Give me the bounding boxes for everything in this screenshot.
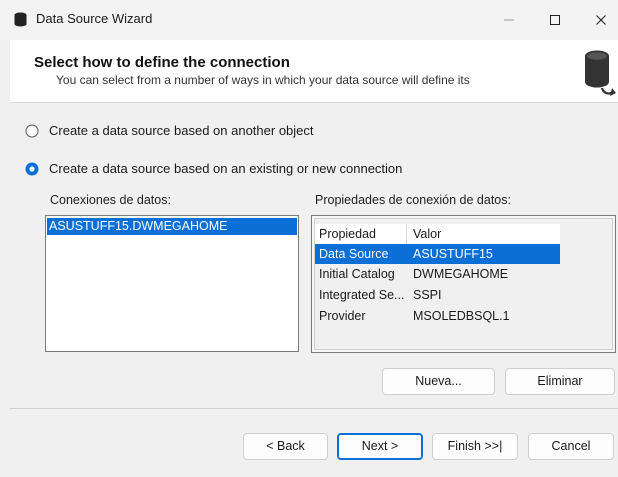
property-name: Data Source [319,247,389,261]
minimize-icon [504,19,514,21]
property-name: Provider [319,309,366,323]
finish-button[interactable]: Finish >>| [432,433,518,460]
radio-unchecked-icon [25,124,39,138]
back-button[interactable]: < Back [243,433,328,460]
property-value: MSOLEDBSQL.1 [413,309,510,323]
delete-connection-button[interactable]: Eliminar [505,368,615,395]
database-icon [14,12,27,27]
list-item[interactable]: ASUSTUFF15.DWMEGAHOME [47,218,297,235]
cancel-button[interactable]: Cancel [528,433,614,460]
radio-another-object-label: Create a data source based on another ob… [49,123,314,138]
properties-grid-body: Propiedad Valor Data Source ASUSTUFF15 I… [314,218,613,350]
properties-label: Propiedades de conexión de datos: [315,193,511,207]
radio-existing-connection-label: Create a data source based on an existin… [49,161,403,176]
column-header-property[interactable]: Propiedad [319,224,405,244]
close-button[interactable] [578,0,618,40]
minimize-button[interactable] [486,0,532,40]
wizard-header: Select how to define the connection You … [10,40,618,103]
radio-checked-icon [25,162,39,176]
maximize-icon [550,15,560,25]
column-header-value[interactable]: Valor [413,224,441,244]
window-title: Data Source Wizard [36,11,153,26]
table-row[interactable]: Initial Catalog DWMEGAHOME [315,264,560,284]
table-row[interactable]: Provider MSOLEDBSQL.1 [315,306,560,326]
properties-header: Propiedad Valor [315,224,560,244]
property-value: SSPI [413,288,442,302]
divider [10,408,618,409]
page-title: Select how to define the connection [34,54,290,71]
maximize-button[interactable] [532,0,578,40]
page-subtitle: You can select from a number of ways in … [56,73,470,87]
new-connection-button[interactable]: Nueva... [382,368,495,395]
title-bar: Data Source Wizard [0,0,618,40]
table-row[interactable]: Integrated Se... SSPI [315,285,560,305]
property-value: ASUSTUFF15 [413,247,493,261]
property-value: DWMEGAHOME [413,267,509,281]
property-name: Initial Catalog [319,267,395,281]
close-icon [596,15,606,25]
next-button[interactable]: Next > [337,433,423,460]
properties-grid[interactable]: Propiedad Valor Data Source ASUSTUFF15 I… [311,215,616,353]
data-source-icon [585,50,616,96]
connections-list[interactable]: ASUSTUFF15.DWMEGAHOME [45,215,299,352]
property-name: Integrated Se... [319,288,405,302]
table-row[interactable]: Data Source ASUSTUFF15 [315,244,560,264]
connections-label: Conexiones de datos: [50,193,171,207]
